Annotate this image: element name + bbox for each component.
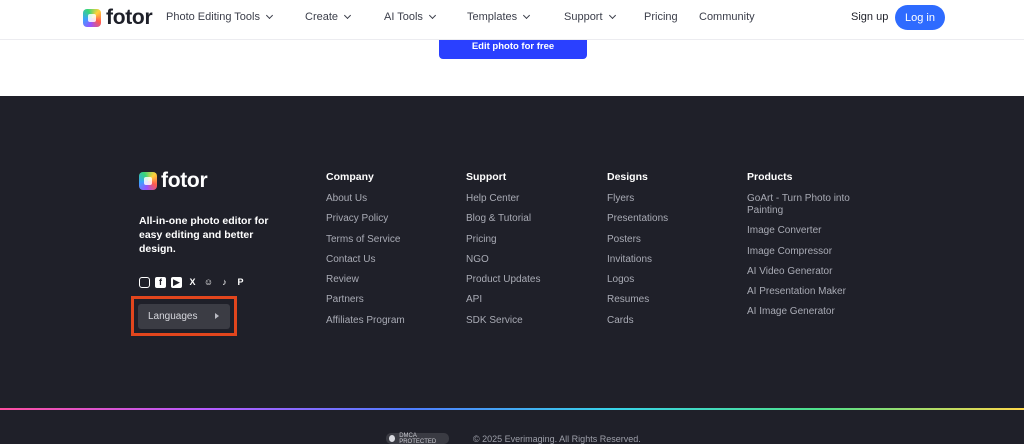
languages-button[interactable]: Languages: [138, 304, 230, 329]
footer-link[interactable]: Image Converter: [747, 225, 875, 237]
footer-tagline: All-in-one photo editor for easy editing…: [139, 215, 269, 255]
nav-pricing[interactable]: Pricing: [644, 11, 678, 23]
footer-link[interactable]: AI Image Generator: [747, 306, 875, 318]
footer-link[interactable]: API: [466, 294, 594, 306]
footer-link[interactable]: Product Updates: [466, 274, 594, 286]
fotor-logo[interactable]: fotor: [83, 6, 153, 29]
youtube-icon[interactable]: ▶: [171, 277, 182, 288]
dmca-shield-icon: [389, 435, 396, 442]
column-title: Support: [466, 171, 507, 183]
caret-right-icon: [215, 313, 219, 319]
pinterest-icon[interactable]: P: [235, 277, 246, 288]
footer-link[interactable]: Image Compressor: [747, 246, 875, 258]
x-icon[interactable]: X: [187, 277, 198, 288]
footer-link[interactable]: Posters: [607, 234, 735, 246]
tiktok-icon[interactable]: ♪: [219, 277, 230, 288]
nav-label: Support: [564, 11, 603, 23]
nav-templates[interactable]: Templates: [467, 11, 531, 23]
chevron-down-icon: [428, 11, 436, 20]
nav-label: AI Tools: [384, 11, 423, 23]
rainbow-divider: [0, 408, 1024, 410]
column-title: Company: [326, 171, 374, 183]
instagram-icon[interactable]: [139, 277, 150, 288]
footer-link[interactable]: AI Presentation Maker: [747, 286, 875, 298]
languages-label: Languages: [148, 311, 198, 322]
footer-link[interactable]: GoArt - Turn Photo into Painting: [747, 193, 872, 217]
sign-up-link[interactable]: Sign up: [851, 11, 888, 23]
footer-link[interactable]: AI Video Generator: [747, 266, 875, 278]
footer-link[interactable]: Blog & Tutorial: [466, 213, 594, 225]
nav-create[interactable]: Create: [305, 11, 352, 23]
chevron-down-icon: [265, 11, 274, 20]
footer-link[interactable]: Cards: [607, 315, 735, 327]
fotor-logo-icon: [139, 172, 157, 190]
footer-column-designs: Designs Flyers Presentations Posters Inv…: [607, 171, 735, 335]
chevron-down-icon: [343, 11, 352, 20]
footer-link[interactable]: Contact Us: [326, 254, 454, 266]
chevron-down-icon: [608, 11, 616, 20]
footer-column-company: Company About Us Privacy Policy Terms of…: [326, 171, 454, 335]
footer-column-support: Support Help Center Blog & Tutorial Pric…: [466, 171, 594, 335]
footer-link[interactable]: NGO: [466, 254, 594, 266]
nav-label: Create: [305, 11, 339, 23]
nav-label: Templates: [467, 11, 518, 23]
nav-photo-editing-tools[interactable]: Photo Editing Tools: [166, 11, 274, 23]
log-in-button[interactable]: Log in: [895, 5, 945, 30]
nav-community[interactable]: Community: [699, 11, 755, 23]
fotor-logo-icon: [83, 9, 101, 27]
footer-link[interactable]: About Us: [326, 193, 454, 205]
footer-link[interactable]: Terms of Service: [326, 234, 454, 246]
footer-link[interactable]: Pricing: [466, 234, 594, 246]
nav-support[interactable]: Support: [564, 11, 616, 23]
footer-link[interactable]: SDK Service: [466, 315, 594, 327]
social-links: f ▶ X ☺ ♪ P: [139, 277, 246, 288]
footer-link[interactable]: Help Center: [466, 193, 594, 205]
footer-link[interactable]: Flyers: [607, 193, 735, 205]
column-title: Designs: [607, 171, 648, 183]
footer-link[interactable]: Partners: [326, 294, 454, 306]
footer-column-products: Products GoArt - Turn Photo into Paintin…: [747, 171, 875, 327]
nav-ai-tools[interactable]: AI Tools: [384, 11, 436, 23]
logo-text: fotor: [106, 6, 153, 29]
column-title: Products: [747, 171, 793, 183]
footer-link[interactable]: Review: [326, 274, 454, 286]
nav-label: Community: [699, 11, 755, 23]
top-navigation-bar: fotor Photo Editing Tools Create AI Tool…: [0, 0, 1024, 40]
nav-label: Pricing: [644, 11, 678, 23]
footer-link[interactable]: Presentations: [607, 213, 735, 225]
copyright-text: © 2025 Everimaging. All Rights Reserved.: [473, 434, 641, 444]
site-footer: fotor All-in-one photo editor for easy e…: [0, 96, 1024, 444]
footer-fotor-logo[interactable]: fotor: [139, 169, 208, 192]
discord-icon[interactable]: ☺: [203, 277, 214, 288]
footer-link[interactable]: Affiliates Program: [326, 315, 454, 327]
footer-link[interactable]: Invitations: [607, 254, 735, 266]
footer-logo-text: fotor: [161, 169, 208, 192]
footer-link[interactable]: Privacy Policy: [326, 213, 454, 225]
dmca-label: DMCA PROTECTED: [399, 432, 437, 444]
chevron-down-icon: [523, 11, 531, 20]
footer-link[interactable]: Resumes: [607, 294, 735, 306]
nav-label: Photo Editing Tools: [166, 11, 260, 23]
dmca-badge[interactable]: DMCA PROTECTED: [386, 433, 449, 444]
facebook-icon[interactable]: f: [155, 277, 166, 288]
footer-link[interactable]: Logos: [607, 274, 735, 286]
